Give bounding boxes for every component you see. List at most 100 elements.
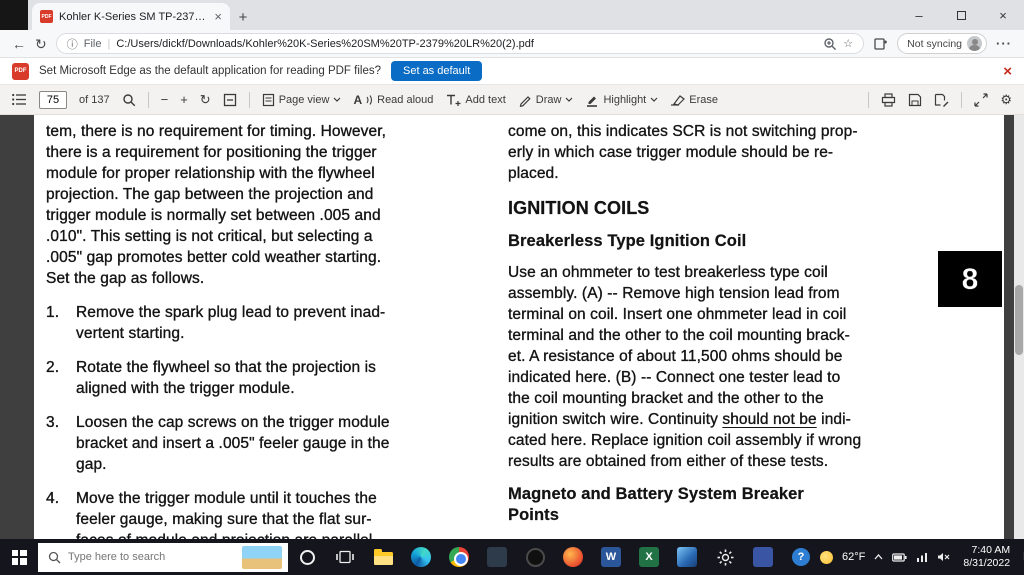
notification-message: Set Microsoft Edge as the default applic… <box>39 65 381 77</box>
word-icon: W <box>601 547 621 567</box>
close-window-button[interactable]: × <box>982 0 1024 30</box>
draw-label: Draw <box>535 93 562 106</box>
highlight-button[interactable]: Highlight <box>585 93 658 107</box>
paragraph-continuity-line: ignition switch wire. Continuity should … <box>508 411 851 428</box>
list-item: 2. Rotate the flywheel so that the proje… <box>46 359 377 397</box>
fullscreen-icon[interactable] <box>974 92 988 107</box>
section-heading-ignition-coils: IGNITION COILS <box>508 198 650 218</box>
network-icon[interactable] <box>916 552 928 562</box>
cortana-icon <box>299 549 315 565</box>
erase-button[interactable]: Erase <box>670 93 718 106</box>
window-controls: – × <box>898 0 1024 30</box>
maximize-button[interactable] <box>940 0 982 30</box>
cortana-button[interactable] <box>288 539 326 575</box>
print-icon[interactable] <box>881 92 896 107</box>
start-button[interactable] <box>0 539 38 575</box>
add-text-button[interactable]: Add text <box>445 93 506 107</box>
word-button[interactable]: W <box>592 539 630 575</box>
file-explorer-button[interactable] <box>364 539 402 575</box>
clock[interactable]: 7:40 AM 8/31/2022 <box>959 544 1014 570</box>
paragraph-scr: come on, this indicates SCR is not switc… <box>508 123 858 182</box>
excel-button[interactable]: X <box>630 539 668 575</box>
chrome-icon <box>449 547 469 567</box>
taskbar-search-box[interactable] <box>38 542 288 572</box>
info-icon[interactable]: ⓘ <box>67 36 78 52</box>
notification-close-icon[interactable]: × <box>1003 63 1012 80</box>
settings-gear-icon[interactable]: ⚙ <box>1000 93 1012 106</box>
pdf-viewport[interactable]: tem, there is no requirement for timing.… <box>0 115 1024 539</box>
address-bar[interactable]: ⓘ File | C:/Users/dickf/Downloads/Kohler… <box>55 33 865 54</box>
toolbar-divider <box>248 91 250 108</box>
window-corner <box>0 0 28 30</box>
draw-pen-icon <box>519 95 531 107</box>
draw-button[interactable]: Draw <box>518 93 574 107</box>
scrollbar[interactable] <box>1014 115 1024 539</box>
slate-app-button[interactable] <box>744 539 782 575</box>
orange-app-button[interactable] <box>554 539 592 575</box>
highlighter-icon <box>587 96 598 107</box>
save-icon[interactable] <box>908 93 922 107</box>
minimize-button[interactable]: – <box>898 0 940 30</box>
default-app-notification: PDF Set Microsoft Edge as the default ap… <box>0 58 1024 85</box>
chapter-tab-marker: 8 <box>938 251 1002 307</box>
page-number-input[interactable] <box>39 90 67 109</box>
read-aloud-button[interactable]: A Read aloud <box>353 93 433 107</box>
zoom-out-button[interactable]: − <box>161 93 169 106</box>
orange-app-icon <box>563 547 583 567</box>
dark-app-icon <box>487 547 507 567</box>
dark-app-button[interactable] <box>478 539 516 575</box>
pdf-page: tem, there is no requirement for timing.… <box>34 115 1004 539</box>
zoom-in-button[interactable]: + <box>180 93 188 106</box>
set-as-default-button[interactable]: Set as default <box>391 61 483 81</box>
url-divider: | <box>107 37 111 50</box>
task-view-button[interactable] <box>326 539 364 575</box>
scrollbar-thumb[interactable] <box>1015 285 1023 355</box>
subheading-magneto-points: Magneto and Battery System Breaker Point… <box>508 485 804 524</box>
volume-muted-icon[interactable] <box>937 552 950 562</box>
left-column: tem, there is no requirement for timing.… <box>46 121 470 539</box>
sound-waves-icon <box>366 94 373 105</box>
page-view-button[interactable]: Page view <box>262 93 342 107</box>
help-app-button[interactable]: ? <box>782 539 820 575</box>
collections-icon[interactable] <box>873 36 888 51</box>
temperature-label[interactable]: 62°F <box>842 551 865 563</box>
time-label: 7:40 AM <box>971 544 1011 556</box>
pdf-file-icon: PDF <box>40 10 53 23</box>
weather-icon[interactable] <box>820 550 833 564</box>
blue-app-button[interactable] <box>668 539 706 575</box>
zoom-page-icon[interactable] <box>823 37 837 51</box>
tab-close-icon[interactable]: × <box>214 9 222 24</box>
new-tab-button[interactable]: + <box>230 4 256 30</box>
browser-tab-active[interactable]: PDF Kohler K-Series SM TP-2379 LR × <box>32 3 230 30</box>
browser-menu-icon[interactable]: ··· <box>996 36 1012 51</box>
search-highlight-image[interactable] <box>242 545 282 569</box>
chrome-button[interactable] <box>440 539 478 575</box>
search-icon[interactable] <box>122 93 136 107</box>
page-count-label: of 137 <box>79 93 110 106</box>
battery-icon[interactable] <box>892 552 907 562</box>
toolbar-divider <box>147 91 149 108</box>
save-as-icon[interactable] <box>934 93 949 107</box>
system-tray: 62°F 7:40 AM 8/31/2022 <box>820 539 1024 575</box>
rotate-icon[interactable]: ↻ <box>200 93 211 106</box>
add-text-label: Add text <box>465 93 506 106</box>
avatar <box>967 36 982 51</box>
task-view-icon <box>336 550 354 564</box>
table-of-contents-icon[interactable] <box>12 93 27 106</box>
refresh-button[interactable]: ↻ <box>35 37 47 51</box>
settings-button[interactable] <box>706 539 744 575</box>
tab-title: Kohler K-Series SM TP-2379 LR <box>59 10 209 23</box>
paragraph-ohmmeter: Use an ohmmeter to test breakerless type… <box>508 264 850 407</box>
fit-to-page-icon[interactable] <box>223 93 237 107</box>
search-input[interactable] <box>68 551 235 563</box>
hidden-icons-chevron[interactable] <box>874 554 883 560</box>
read-aloud-label: Read aloud <box>377 93 434 106</box>
camera-app-button[interactable] <box>516 539 554 575</box>
url-text[interactable]: C:/Users/dickf/Downloads/Kohler%20K-Seri… <box>116 38 534 50</box>
highlight-label: Highlight <box>603 93 647 106</box>
profile-button[interactable]: Not syncing <box>897 33 987 54</box>
edge-button[interactable] <box>402 539 440 575</box>
page-view-label: Page view <box>278 93 330 106</box>
back-button[interactable]: ← <box>12 37 26 51</box>
favorites-star-icon[interactable]: ☆ <box>843 37 853 50</box>
